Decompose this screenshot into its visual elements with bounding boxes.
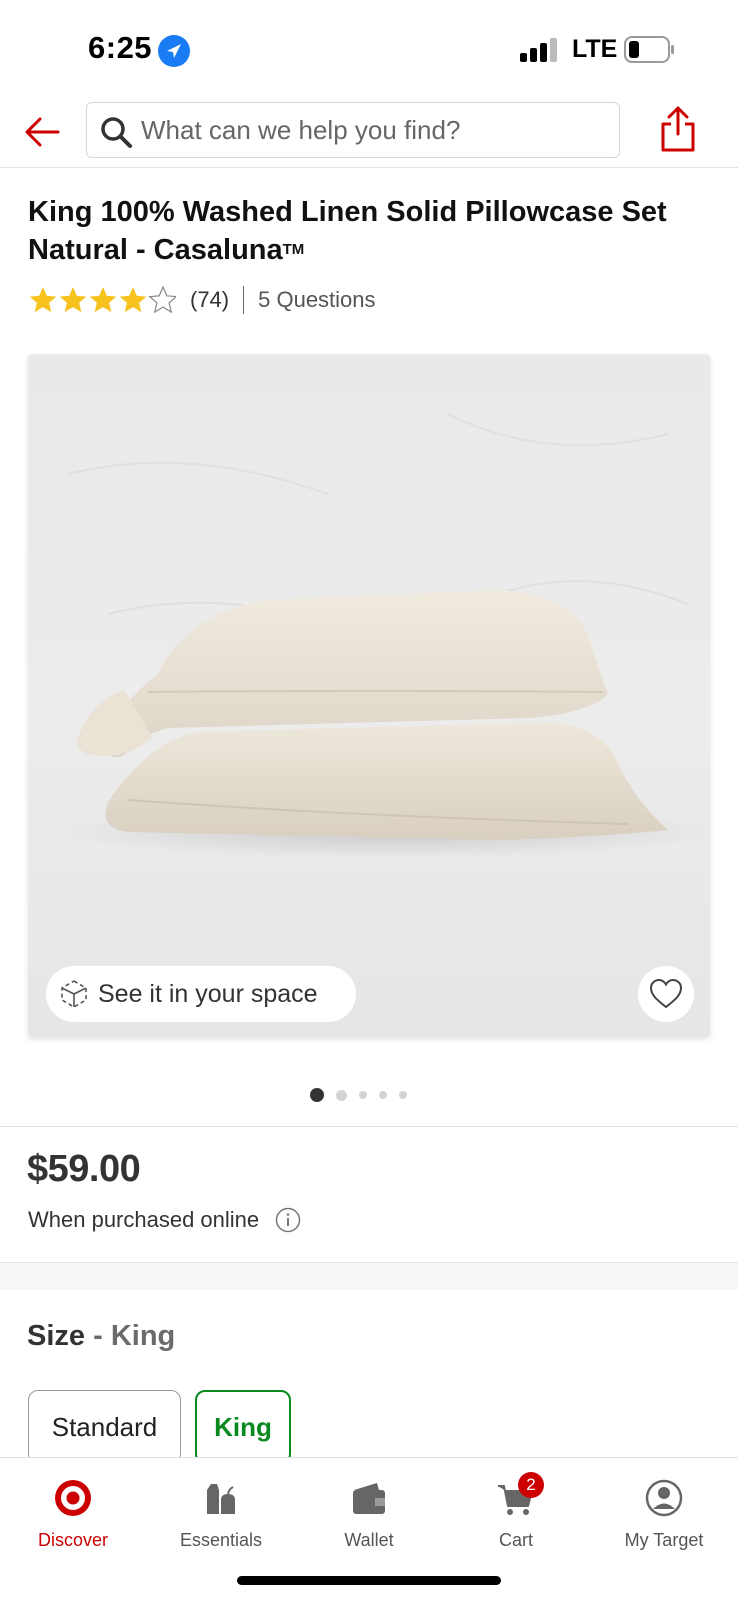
questions-link[interactable]: 5 Questions [258,287,375,313]
rating-row[interactable]: (74) 5 Questions [28,282,376,318]
size-heading: Size - King [27,1320,175,1353]
arrow-left-icon [25,117,60,147]
cart-count-badge: 2 [518,1472,544,1498]
home-indicator [237,1576,501,1585]
wallet-icon [349,1478,389,1518]
back-button[interactable] [20,110,64,154]
tab-label: Cart [498,1530,533,1550]
account-icon [644,1478,684,1518]
share-button[interactable] [656,104,700,154]
network-label: LTE [572,35,618,63]
divider [0,1126,738,1127]
ar-cube-icon [61,980,87,1008]
star-full-icon [119,287,147,313]
see-in-space-label: See it in your space [98,979,318,1008]
tab-label: Essentials [179,1530,263,1550]
status-bar: 6:25 LTE [0,0,738,100]
info-icon[interactable] [275,1207,301,1233]
rating-divider [243,286,245,314]
carousel-dot[interactable] [336,1089,347,1101]
carousel-dot[interactable] [359,1091,367,1099]
tab-cart[interactable]: 2 Cart [446,1468,586,1558]
size-option-king[interactable]: King [195,1390,291,1464]
trademark-mark: TM [282,241,305,258]
star-full-icon [29,287,57,313]
top-nav-bar [0,100,738,168]
essentials-icon [201,1478,241,1518]
see-in-space-button[interactable]: See it in your space [46,966,356,1022]
heart-icon [649,978,683,1009]
size-label: Size [27,1320,86,1352]
size-option-standard[interactable]: Standard [28,1390,181,1464]
star-full-icon [59,287,87,313]
tab-wallet[interactable]: Wallet [299,1468,439,1558]
tab-essentials[interactable]: Essentials [151,1468,291,1558]
search-bar[interactable] [86,102,620,158]
share-icon [661,106,695,152]
price-note-text: When purchased online [28,1207,260,1232]
target-logo-icon [53,1478,93,1518]
carousel-dot-active[interactable] [310,1088,324,1102]
search-icon [99,115,133,149]
size-separator: - [85,1320,111,1352]
price: $59.00 [27,1148,141,1190]
battery-icon [624,36,676,63]
section-separator [0,1262,738,1290]
price-note: When purchased online [28,1207,301,1233]
carousel-pagination[interactable] [310,1087,419,1103]
pillowcase-product-image [58,413,710,858]
carousel-dot[interactable] [399,1091,407,1099]
tab-label: Wallet [344,1530,394,1550]
review-count[interactable]: (74) [190,287,229,313]
star-full-icon [89,287,117,313]
carousel-dot[interactable] [379,1091,387,1099]
product-title-text: King 100% Washed Linen Solid Pillowcase … [28,196,667,266]
signal-bars-icon [520,38,558,62]
tab-label: My Target [624,1530,704,1550]
size-selected: King [110,1320,176,1352]
star-half-icon [149,286,176,313]
product-title: King 100% Washed Linen Solid Pillowcase … [28,194,718,269]
status-time: 6:25 [88,30,153,65]
product-image-carousel[interactable]: See it in your space [28,354,710,1037]
tab-discover[interactable]: Discover [3,1468,143,1558]
tab-label: Discover [37,1530,108,1550]
star-rating [28,285,176,315]
search-input[interactable] [141,103,601,157]
favorite-button[interactable] [638,966,694,1022]
location-arrow-icon [158,35,190,67]
tab-my-target[interactable]: My Target [594,1468,734,1558]
